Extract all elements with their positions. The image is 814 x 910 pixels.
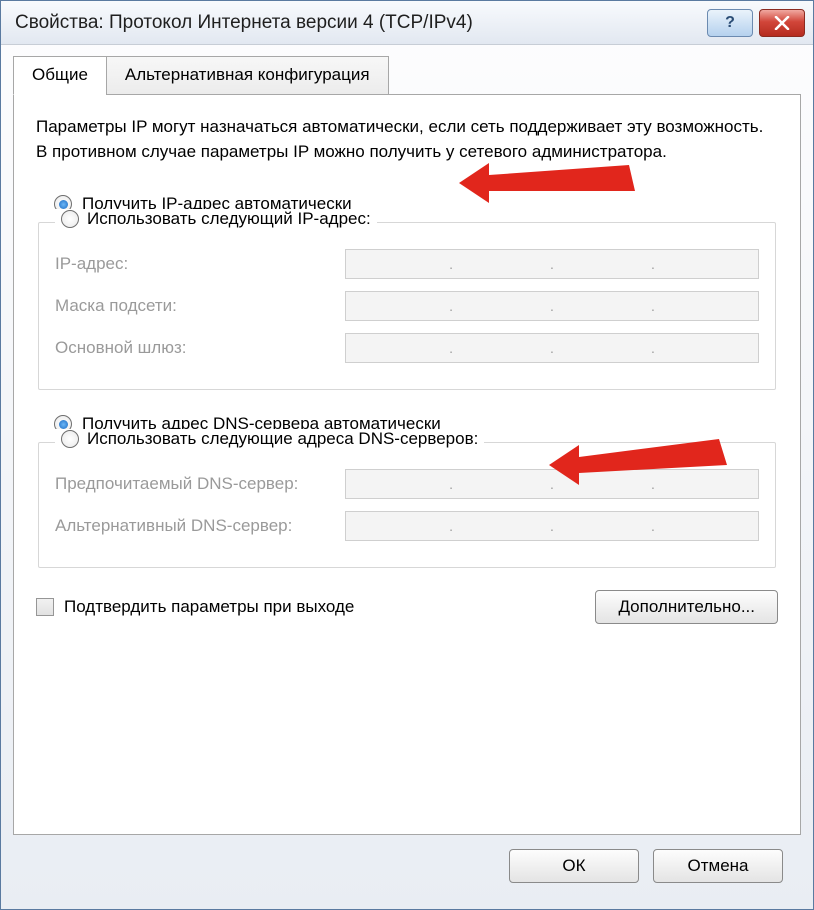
client-area: Общие Альтернативная конфигурация Параме… [1,45,813,909]
close-icon [774,16,790,30]
gateway-input[interactable]: ... [345,333,759,363]
field-label: Альтернативный DNS-сервер: [55,516,345,536]
bottom-row: Подтвердить параметры при выходе Дополни… [36,590,778,624]
window-title: Свойства: Протокол Интернета версии 4 (T… [15,12,701,34]
field-dns-alternate: Альтернативный DNS-сервер: ... [55,511,759,541]
field-dns-preferred: Предпочитаемый DNS-сервер: ... [55,469,759,499]
radio-icon [61,210,79,228]
field-subnet-mask: Маска подсети: ... [55,291,759,321]
field-label: Предпочитаемый DNS-сервер: [55,474,345,494]
button-bar: ОК Отмена [13,835,801,897]
ip-address-input[interactable]: ... [345,249,759,279]
dialog-window: Свойства: Протокол Интернета версии 4 (T… [0,0,814,910]
radio-icon [61,430,79,448]
field-label: Маска подсети: [55,296,345,316]
field-gateway: Основной шлюз: ... [55,333,759,363]
titlebar: Свойства: Протокол Интернета версии 4 (T… [1,1,813,45]
tab-general[interactable]: Общие [13,56,107,95]
radio-label: Использовать следующие адреса DNS-сервер… [87,429,478,449]
tab-strip: Общие Альтернативная конфигурация [13,55,801,94]
ok-button[interactable]: ОК [509,849,639,883]
subnet-mask-input[interactable]: ... [345,291,759,321]
checkbox-confirm-on-exit[interactable]: Подтвердить параметры при выходе [36,597,354,617]
field-ip-address: IP-адрес: ... [55,249,759,279]
group-dns-manual: Использовать следующие адреса DNS-сервер… [38,442,776,568]
radio-label: Использовать следующий IP-адрес: [87,209,371,229]
radio-ip-manual[interactable]: Использовать следующий IP-адрес: [55,209,377,229]
advanced-button[interactable]: Дополнительно... [595,590,778,624]
tab-panel: Параметры IP могут назначаться автоматич… [13,94,801,835]
radio-dns-manual[interactable]: Использовать следующие адреса DNS-сервер… [55,429,484,449]
group-ip-manual: Использовать следующий IP-адрес: IP-адре… [38,222,776,390]
checkbox-label: Подтвердить параметры при выходе [64,597,354,617]
field-label: Основной шлюз: [55,338,345,358]
close-button[interactable] [759,9,805,37]
cancel-button[interactable]: Отмена [653,849,783,883]
dns-alternate-input[interactable]: ... [345,511,759,541]
field-label: IP-адрес: [55,254,345,274]
dns-preferred-input[interactable]: ... [345,469,759,499]
description-text: Параметры IP могут назначаться автоматич… [36,115,778,164]
help-button[interactable]: ? [707,9,753,37]
tab-alternative[interactable]: Альтернативная конфигурация [106,56,389,95]
checkbox-icon [36,598,54,616]
